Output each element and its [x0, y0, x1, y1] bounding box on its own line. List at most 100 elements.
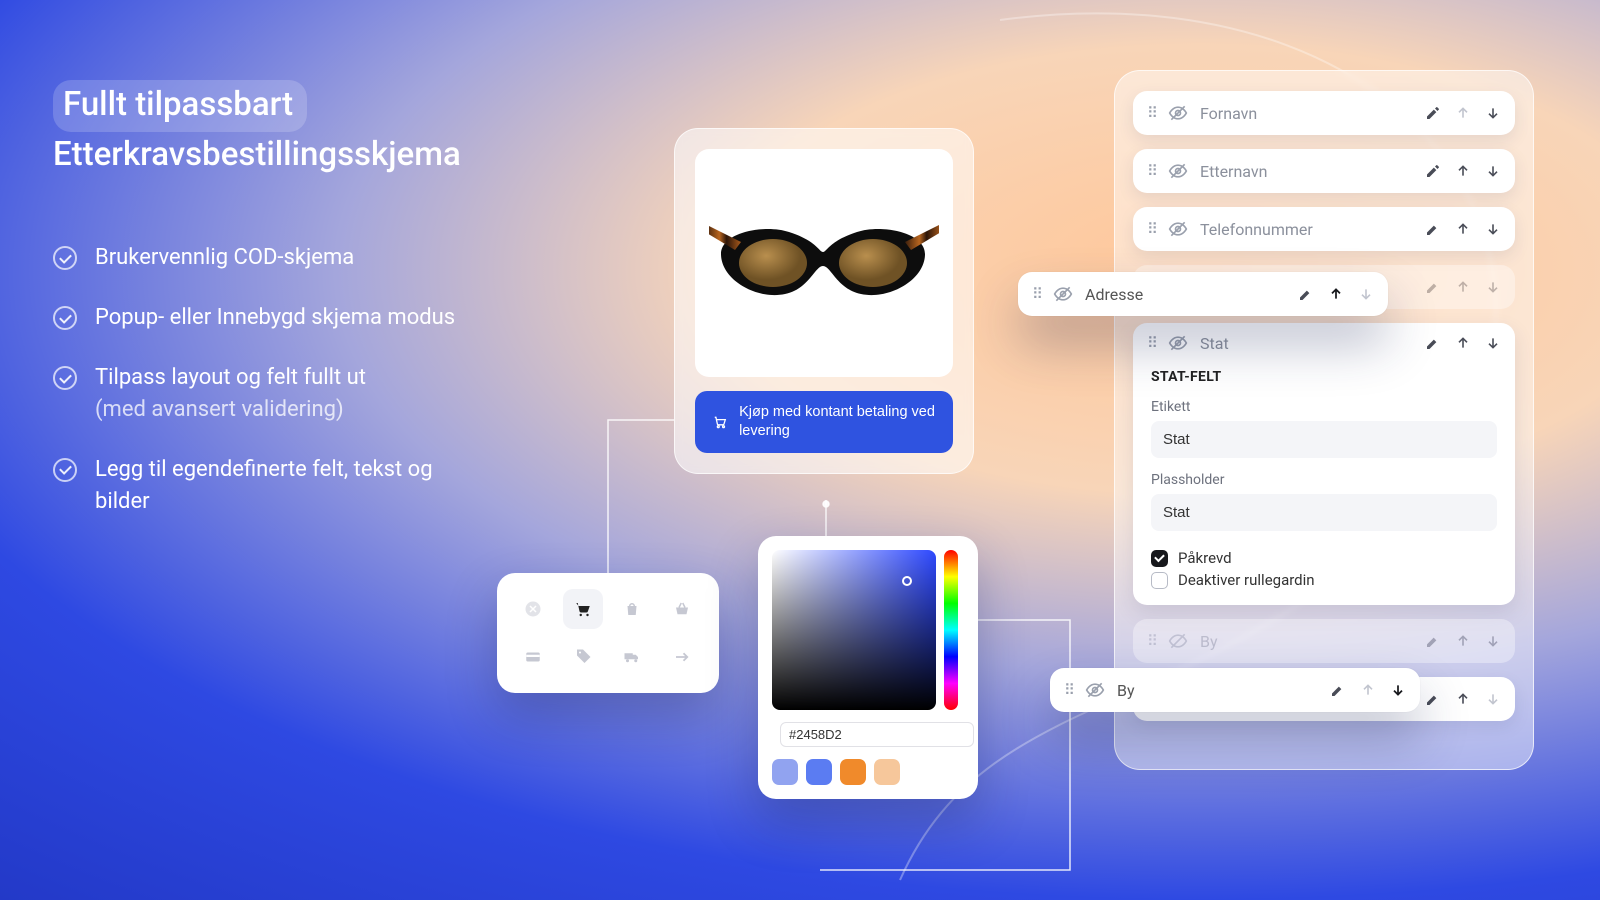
- feature-text: Legg til egendefinerte felt, tekst og bi…: [95, 454, 475, 518]
- icon-option-arrow[interactable]: [662, 637, 702, 677]
- drag-handle-icon[interactable]: ⠿: [1147, 334, 1156, 352]
- dragging-field-row-adresse[interactable]: ⠿ Adresse: [1018, 272, 1388, 316]
- hero-section: Fullt tilpassbart Etterkravsbestillingss…: [53, 80, 475, 546]
- saturation-box[interactable]: [772, 550, 936, 710]
- title-highlight: Fullt tilpassbart: [53, 80, 307, 132]
- required-checkbox-row[interactable]: Påkrevd: [1151, 549, 1497, 567]
- title-rest: Etterkravsbestillingsskjema: [53, 135, 461, 174]
- checkbox-label: Deaktiver rullegardin: [1178, 571, 1315, 589]
- move-down-icon[interactable]: [1485, 335, 1501, 351]
- checkbox-checked-icon[interactable]: [1151, 550, 1168, 567]
- move-up-icon[interactable]: [1328, 286, 1344, 302]
- drag-handle-icon[interactable]: ⠿: [1147, 162, 1156, 180]
- move-down-icon[interactable]: [1485, 691, 1501, 707]
- move-down-icon[interactable]: [1358, 286, 1374, 302]
- feature-subtext: (med avansert validering): [95, 397, 344, 422]
- visibility-icon[interactable]: [1168, 333, 1188, 353]
- dragging-field-row-by[interactable]: ⠿ By: [1050, 668, 1420, 712]
- icon-option-none[interactable]: [513, 589, 553, 629]
- field-row-by-ghost: ⠿ By: [1133, 619, 1515, 663]
- checkbox-unchecked-icon[interactable]: [1151, 572, 1168, 589]
- cart-icon: [713, 413, 727, 431]
- field-label: Stat: [1200, 334, 1413, 353]
- field-label: Telefonnummer: [1200, 220, 1413, 239]
- visibility-icon[interactable]: [1168, 103, 1188, 123]
- field-label: Fornavn: [1200, 104, 1413, 123]
- saturation-cursor[interactable]: [902, 576, 912, 586]
- move-up-icon[interactable]: [1455, 335, 1471, 351]
- move-down-icon[interactable]: [1485, 105, 1501, 121]
- field-editor-stat: ⠿ Stat STAT-FELT Etikett Plassholder Påk…: [1133, 323, 1515, 605]
- move-down-icon: [1485, 279, 1501, 295]
- buy-cod-button[interactable]: Kjøp med kontant betaling ved levering: [695, 391, 953, 453]
- move-down-icon[interactable]: [1485, 221, 1501, 237]
- edit-icon: [1425, 633, 1441, 649]
- swatch-option[interactable]: [772, 759, 798, 785]
- edit-icon[interactable]: [1425, 163, 1441, 179]
- feature-item: Tilpass layout og felt fullt ut (med ava…: [53, 362, 475, 426]
- visibility-icon[interactable]: [1168, 219, 1188, 239]
- edit-icon[interactable]: [1425, 221, 1441, 237]
- edit-icon: [1425, 279, 1441, 295]
- icon-option-bag[interactable]: [612, 589, 652, 629]
- field-label: Etternavn: [1200, 162, 1413, 181]
- move-up-icon: [1455, 633, 1471, 649]
- swatch-row: [772, 759, 964, 785]
- hex-input[interactable]: [780, 722, 974, 747]
- icon-option-truck[interactable]: [612, 637, 652, 677]
- feature-text: Brukervennlig COD-skjema: [95, 242, 354, 274]
- icon-option-tag[interactable]: [563, 637, 603, 677]
- check-icon: [53, 246, 77, 270]
- edit-icon[interactable]: [1298, 286, 1314, 302]
- editor-section-title: STAT-FELT: [1151, 369, 1497, 385]
- icon-option-card[interactable]: [513, 637, 553, 677]
- edit-icon[interactable]: [1425, 691, 1441, 707]
- edit-icon[interactable]: [1425, 105, 1441, 121]
- hue-slider[interactable]: [944, 550, 958, 710]
- move-up-icon[interactable]: [1455, 691, 1471, 707]
- checkbox-label: Påkrevd: [1178, 549, 1232, 567]
- visibility-icon[interactable]: [1053, 284, 1073, 304]
- etikett-input[interactable]: [1151, 421, 1497, 458]
- disable-dropdown-checkbox-row[interactable]: Deaktiver rullegardin: [1151, 571, 1497, 589]
- icon-option-basket[interactable]: [662, 589, 702, 629]
- drag-handle-icon[interactable]: ⠿: [1032, 285, 1041, 303]
- drag-handle-icon: ⠿: [1147, 632, 1156, 650]
- field-row-etternavn[interactable]: ⠿ Etternavn: [1133, 149, 1515, 193]
- plassholder-input[interactable]: [1151, 494, 1497, 531]
- check-icon: [53, 366, 77, 390]
- drag-handle-icon[interactable]: ⠿: [1147, 104, 1156, 122]
- product-preview-card: Kjøp med kontant betaling ved levering: [674, 128, 974, 474]
- swatch-option[interactable]: [840, 759, 866, 785]
- visibility-icon[interactable]: [1168, 161, 1188, 181]
- swatch-option[interactable]: [806, 759, 832, 785]
- visibility-icon: [1168, 631, 1188, 651]
- move-down-icon: [1485, 633, 1501, 649]
- feature-item: Popup- eller Innebygd skjema modus: [53, 302, 475, 334]
- move-up-icon[interactable]: [1455, 163, 1471, 179]
- drag-handle-icon[interactable]: ⠿: [1064, 681, 1073, 699]
- buy-button-label: Kjøp med kontant betaling ved levering: [739, 403, 935, 441]
- feature-item: Legg til egendefinerte felt, tekst og bi…: [53, 454, 475, 518]
- edit-icon[interactable]: [1425, 335, 1441, 351]
- color-picker-card: [758, 536, 978, 799]
- field-row-fornavn[interactable]: ⠿ Fornavn: [1133, 91, 1515, 135]
- feature-text: Popup- eller Innebygd skjema modus: [95, 302, 455, 334]
- check-icon: [53, 306, 77, 330]
- move-up-icon: [1455, 279, 1471, 295]
- visibility-icon[interactable]: [1085, 680, 1105, 700]
- edit-icon[interactable]: [1330, 682, 1346, 698]
- move-up-icon[interactable]: [1455, 221, 1471, 237]
- move-up-icon[interactable]: [1360, 682, 1376, 698]
- drag-handle-icon[interactable]: ⠿: [1147, 220, 1156, 238]
- swatch-option[interactable]: [874, 759, 900, 785]
- field-label: By: [1200, 632, 1413, 651]
- feature-item: Brukervennlig COD-skjema: [53, 242, 475, 274]
- move-up-icon[interactable]: [1455, 105, 1471, 121]
- move-down-icon[interactable]: [1485, 163, 1501, 179]
- icon-option-cart[interactable]: [563, 589, 603, 629]
- form-builder-panel: ⠿ Fornavn ⠿ Etternavn ⠿ Telefonnummer ⠿: [1114, 70, 1534, 770]
- field-row-telefonnummer[interactable]: ⠿ Telefonnummer: [1133, 207, 1515, 251]
- move-down-icon[interactable]: [1390, 682, 1406, 698]
- field-label: By: [1117, 681, 1318, 700]
